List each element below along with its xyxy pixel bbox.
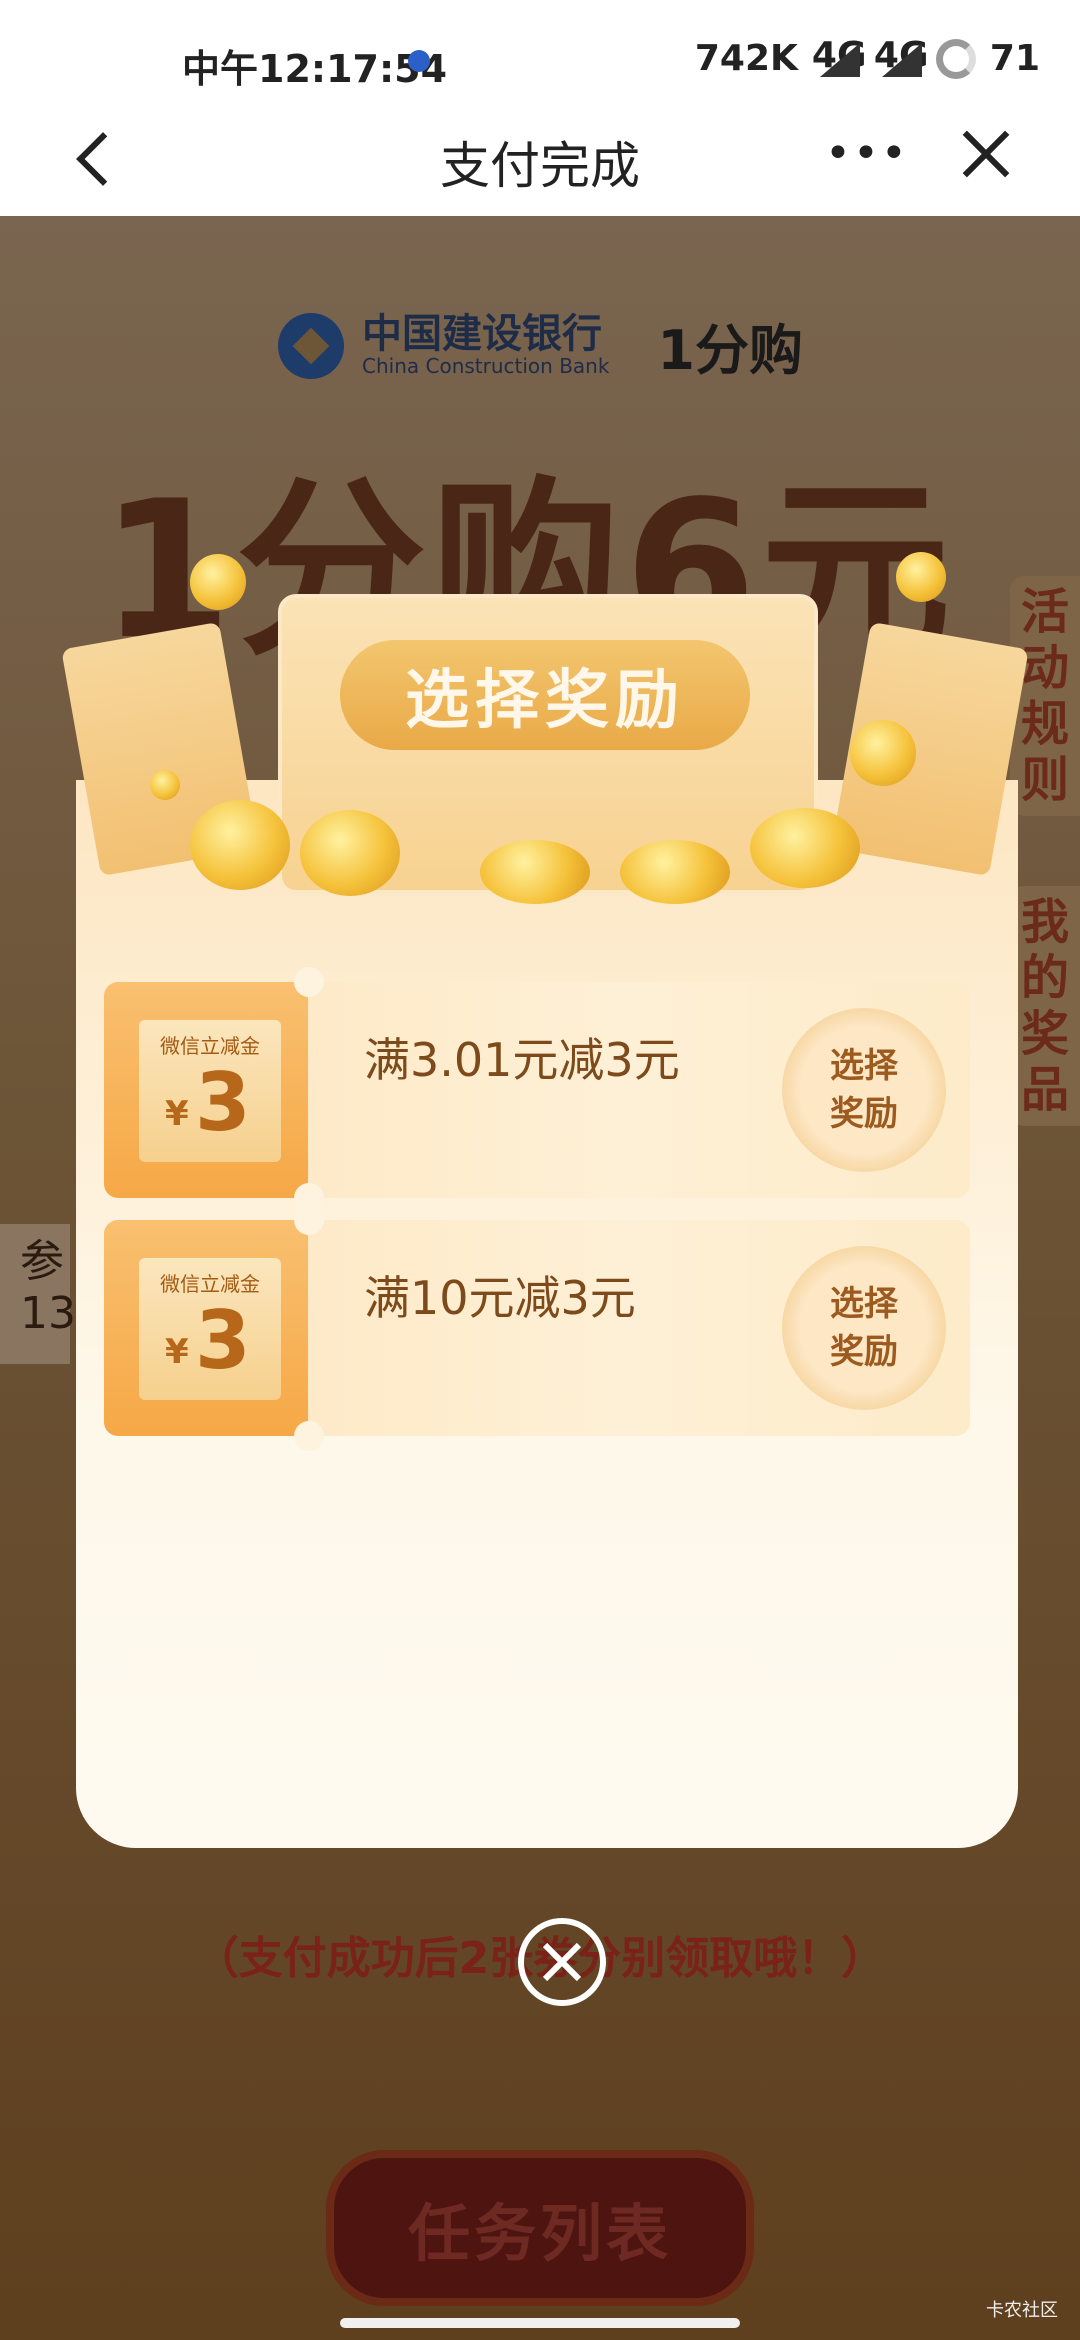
coin-icon	[620, 840, 730, 904]
coin-icon	[896, 552, 946, 602]
promo-logo: 1分购	[657, 319, 803, 382]
nav-bar: 支付完成 •••	[0, 100, 1080, 216]
page-title: 支付完成	[440, 137, 640, 195]
stamp-label: 微信立减金	[160, 1034, 260, 1058]
stamp-label: 微信立减金	[160, 1272, 260, 1296]
battery-icon	[935, 38, 976, 79]
signal-icon: 4G	[873, 34, 929, 77]
select-reward-button[interactable]: 选择 奖励	[782, 1246, 946, 1410]
coupon-description: 满10元减3元	[364, 1271, 636, 1325]
home-indicator	[340, 2318, 740, 2328]
signal-icon: 4G	[811, 34, 867, 77]
select-reward-button[interactable]: 选择 奖励	[782, 1008, 946, 1172]
currency-symbol: ¥	[165, 1094, 189, 1134]
select-reward-label: 选择 奖励	[830, 1046, 898, 1134]
coupon-notch	[294, 967, 324, 997]
bank-header: 中国建设银行 China Construction Bank 1分购	[278, 306, 803, 385]
status-indicators: 742K 4G 4G 71	[694, 34, 1040, 80]
bank-name-en: China Construction Bank	[362, 353, 610, 378]
task-list-button[interactable]: 任务列表	[334, 2158, 746, 2298]
status-time: 中午12:17:54	[182, 47, 448, 91]
coupon-description: 满3.01元减3元	[364, 1033, 680, 1087]
battery-level: 71	[989, 38, 1040, 79]
coupon-card: 微信立减金 ¥ 3 满3.01元减3元 选择 奖励	[104, 967, 970, 1213]
coupon-value: 3	[195, 1294, 251, 1387]
close-icon[interactable]	[955, 124, 1015, 184]
watermark: 卡农社区	[986, 2300, 1058, 2321]
notification-icon	[408, 50, 430, 72]
close-modal-icon[interactable]	[518, 1918, 606, 2006]
coin-icon	[300, 810, 400, 896]
coupon-stub: 微信立减金 ¥ 3	[104, 982, 308, 1198]
coupon-notch	[294, 1421, 324, 1451]
coupon-notch	[294, 1205, 324, 1235]
coin-icon	[850, 720, 916, 786]
wechat-coupon-stamp: 微信立减金 ¥ 3	[139, 1258, 281, 1400]
coupon-card: 微信立减金 ¥ 3 满10元减3元 选择 奖励	[104, 1205, 970, 1451]
coin-icon	[480, 840, 590, 904]
modal-title: 选择奖励	[340, 640, 750, 750]
bank-name-cn: 中国建设银行	[362, 310, 602, 357]
bank-logo-icon	[278, 312, 344, 379]
coupon-stub: 微信立减金 ¥ 3	[104, 1220, 308, 1436]
participants-fragment: 参 134	[0, 1224, 104, 1364]
coin-icon	[190, 554, 246, 610]
envelope-header: 选择奖励	[60, 552, 1030, 924]
select-reward-label: 选择 奖励	[830, 1284, 898, 1372]
currency-symbol: ¥	[165, 1332, 189, 1372]
coupon-value: 3	[195, 1056, 251, 1149]
coin-icon	[190, 800, 290, 890]
coin-icon	[150, 770, 180, 800]
coin-icon	[750, 808, 860, 888]
network-speed: 742K	[694, 38, 798, 79]
wechat-coupon-stamp: 微信立减金 ¥ 3	[139, 1020, 281, 1162]
more-icon[interactable]: •••	[825, 132, 909, 176]
